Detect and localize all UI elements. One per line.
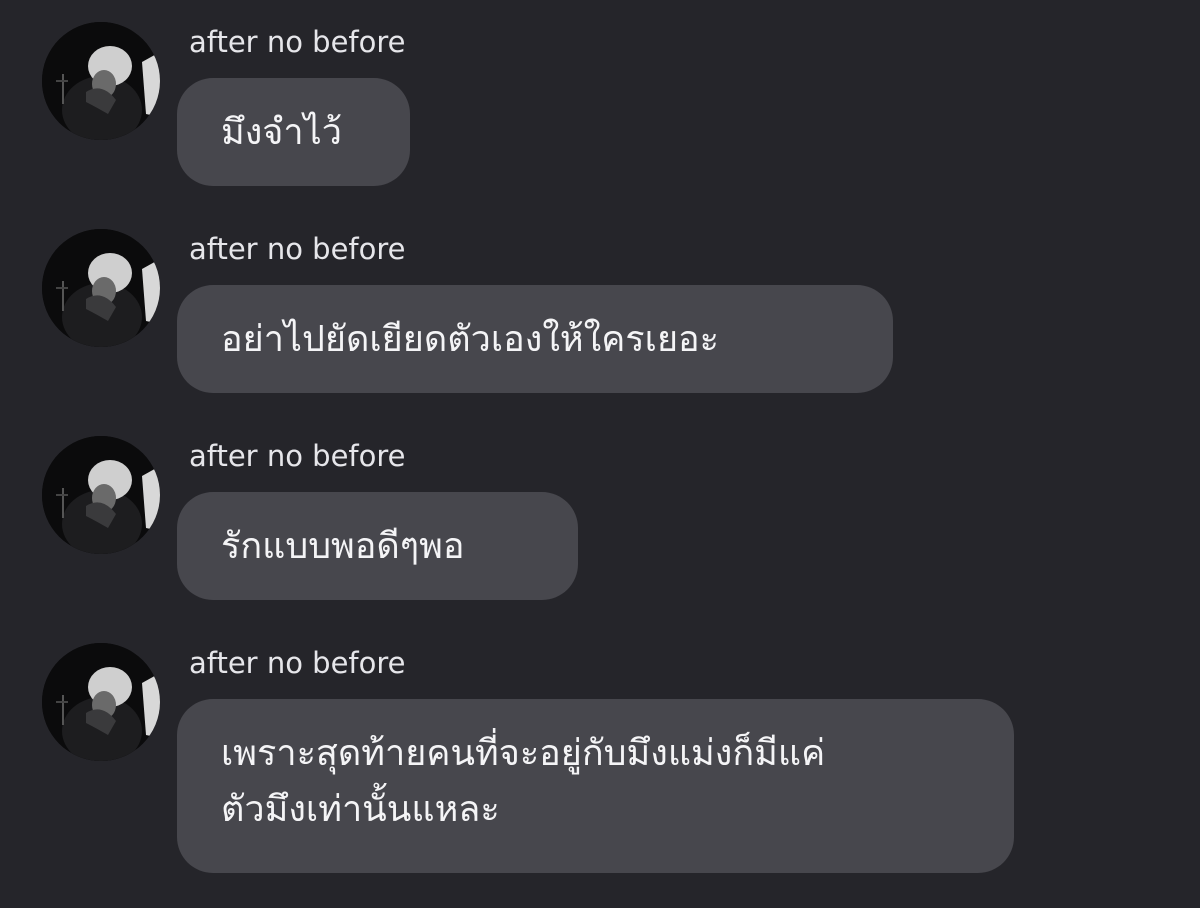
profile-photo-icon [42, 22, 160, 140]
chat-thread: after no before มึงจำไว้ after no before… [0, 0, 1200, 908]
sender-avatar[interactable] [42, 436, 160, 554]
message-bubble[interactable]: มึงจำไว้ [177, 78, 410, 186]
profile-photo-icon [42, 436, 160, 554]
sender-avatar[interactable] [42, 22, 160, 140]
message-bubble[interactable]: เพราะสุดท้ายคนที่จะอยู่กับมึงแม่งก็มีแค่… [177, 699, 1014, 873]
sender-name: after no before [189, 646, 406, 680]
sender-avatar[interactable] [42, 229, 160, 347]
message-bubble[interactable]: รักแบบพอดีๆพอ [177, 492, 578, 600]
profile-photo-icon [42, 643, 160, 761]
message-bubble[interactable]: อย่าไปยัดเยียดตัวเองให้ใครเยอะ [177, 285, 893, 393]
profile-photo-icon [42, 229, 160, 347]
sender-avatar[interactable] [42, 643, 160, 761]
sender-name: after no before [189, 439, 406, 473]
sender-name: after no before [189, 232, 406, 266]
sender-name: after no before [189, 25, 406, 59]
